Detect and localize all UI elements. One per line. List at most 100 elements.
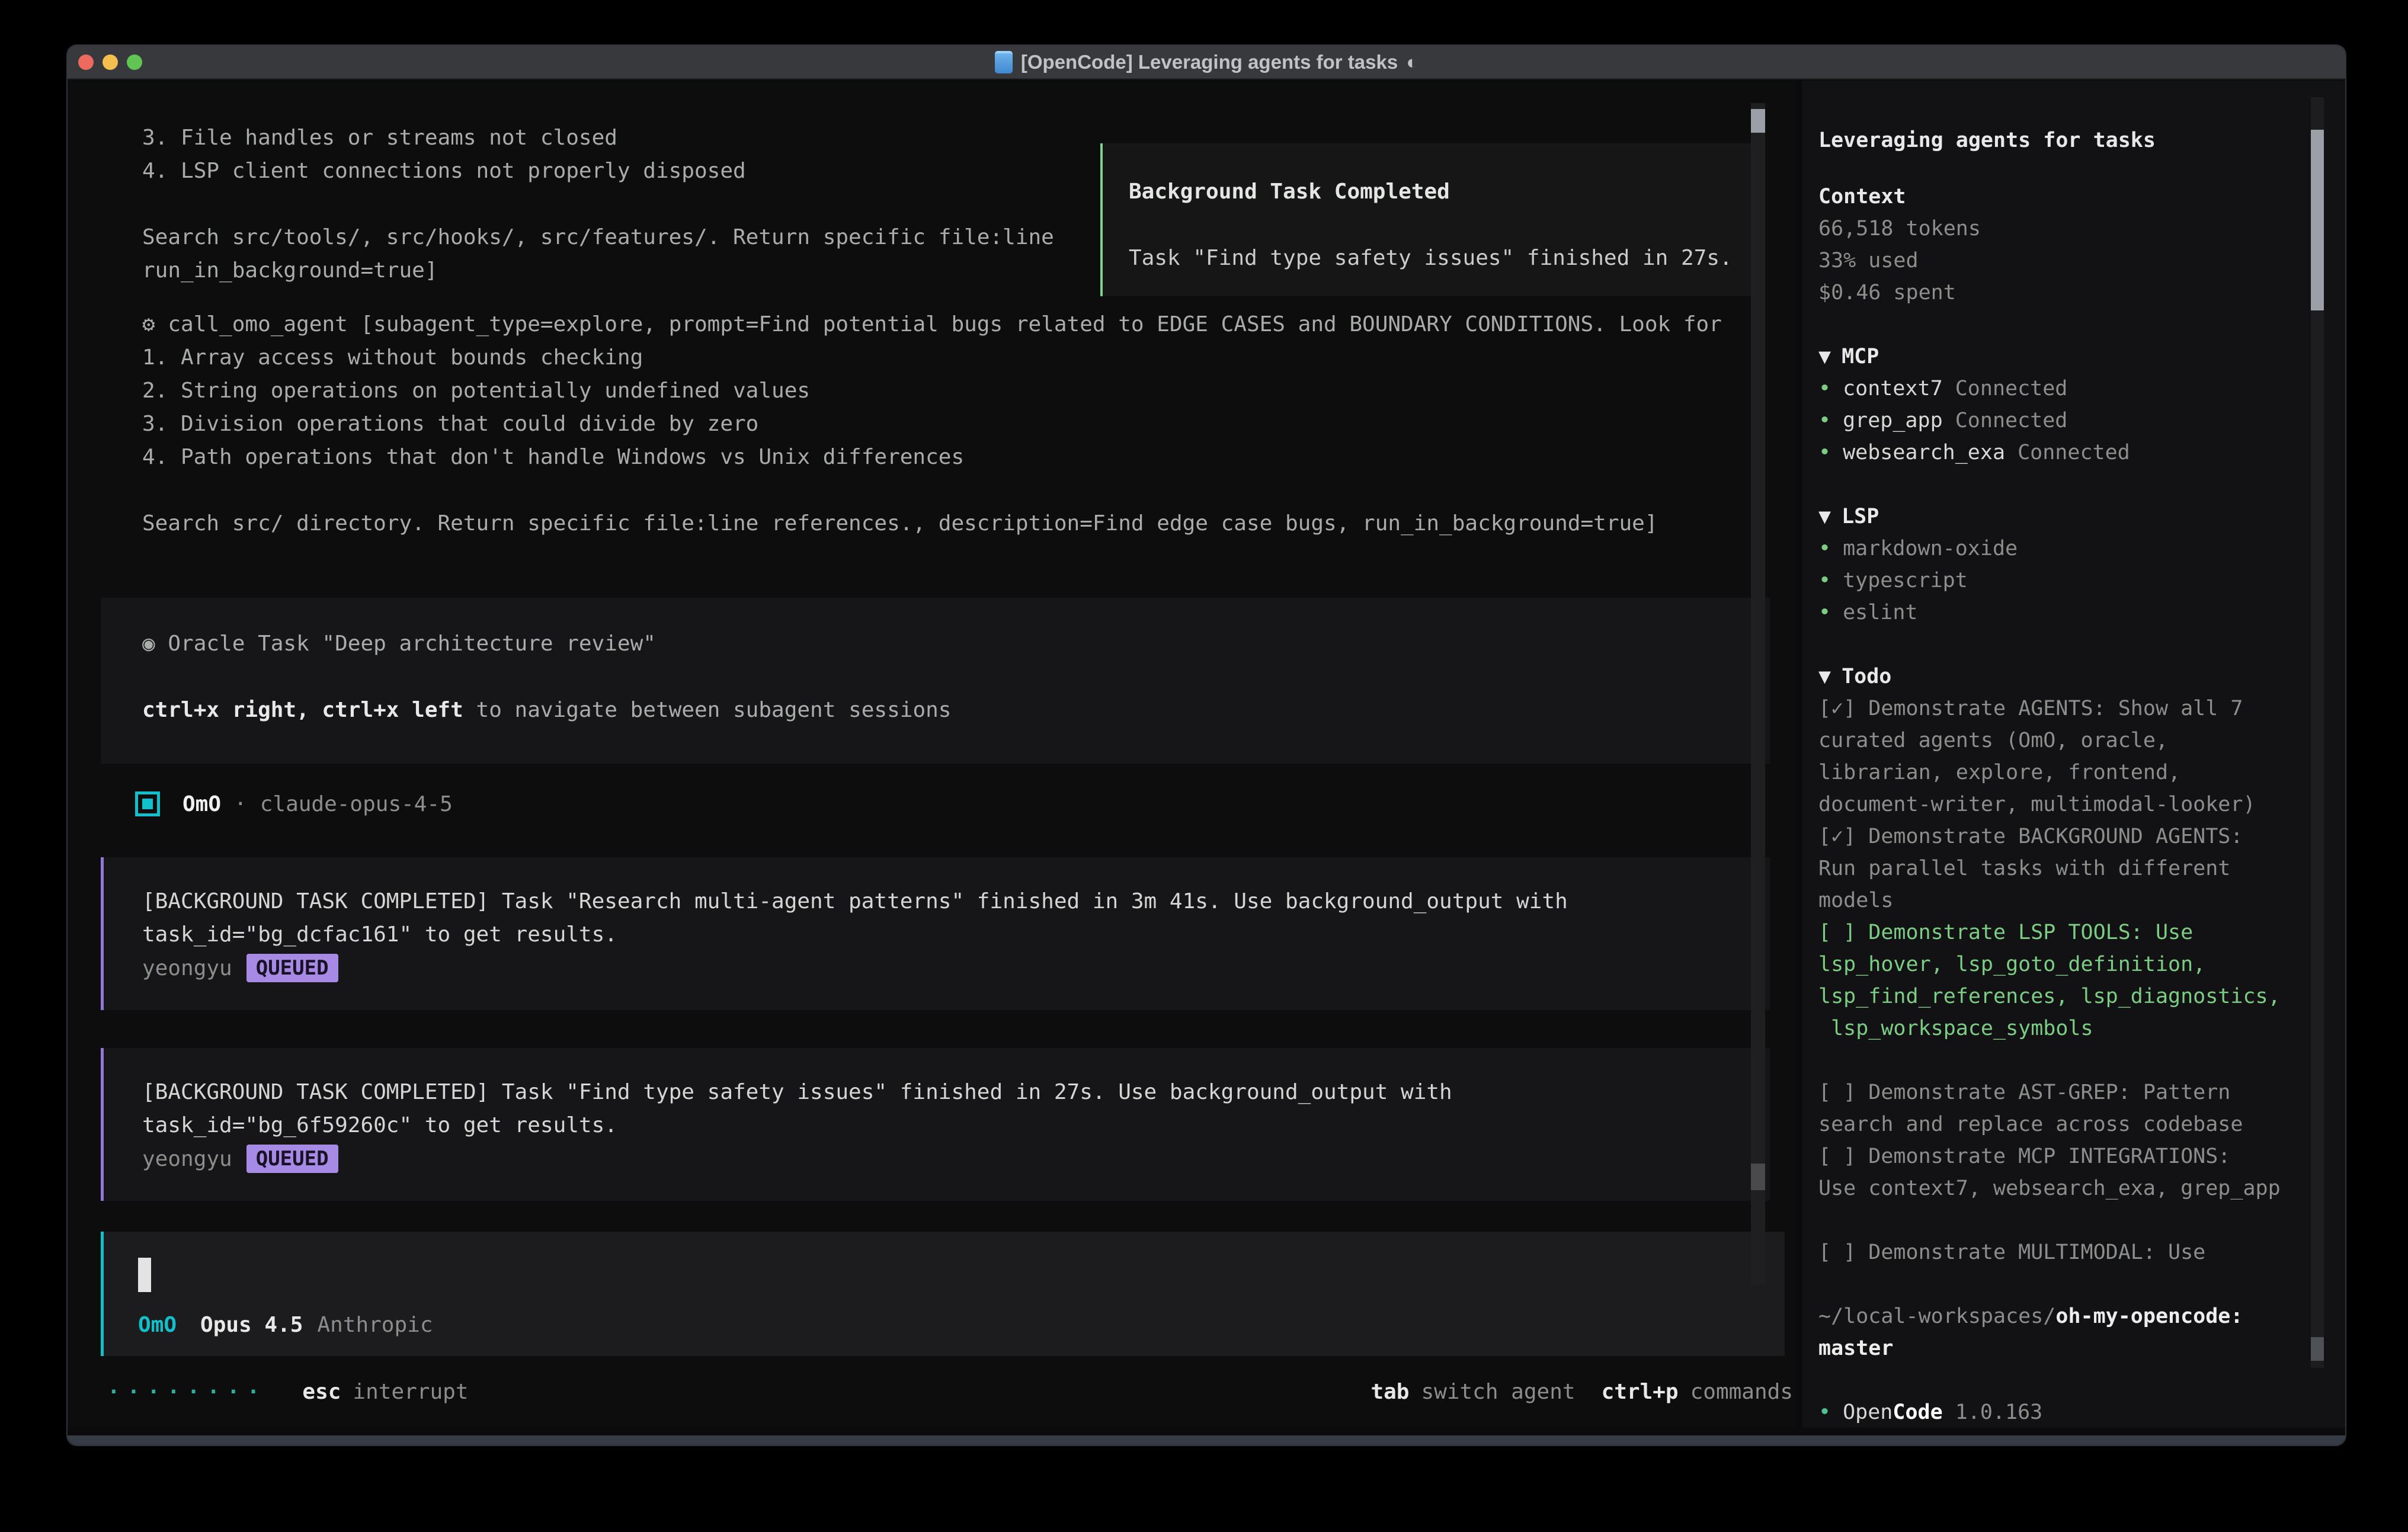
user-name: yeongyu [142, 1147, 232, 1171]
gear-icon: ⚙ [142, 312, 168, 336]
card-line: task_id="bg_dcfac161" to get results. [142, 918, 1770, 951]
context-used: 33% used [1818, 245, 2298, 277]
oracle-task-box: ◉ Oracle Task "Deep architecture review"… [101, 598, 1770, 764]
card-line: task_id="bg_6f59260c" to get results. [142, 1109, 1770, 1142]
active-model-label: Opus 4.5 [200, 1313, 303, 1337]
collapse-triangle-icon: ▼ [1818, 665, 1831, 688]
tool-call-block: ⚙ call_omo_agent [subagent_type=explore,… [142, 308, 1722, 540]
window-title-wrap: [OpenCode] Leveraging agents for tasks ◐ [68, 51, 2345, 73]
window-title: [OpenCode] Leveraging agents for tasks [1021, 51, 1398, 73]
mcp-item: •grep_app Connected [1818, 405, 2298, 437]
terminal-line: Search src/ directory. Return specific f… [142, 507, 1722, 540]
app-window: [OpenCode] Leveraging agents for tasks ◐… [66, 44, 2346, 1446]
terminal-output-intro: 3. File handles or streams not closed 4.… [142, 121, 1054, 287]
keybinding-hint: ctrl+x right, ctrl+x left [142, 698, 463, 722]
bullet-icon: • [1818, 441, 1831, 464]
workspace-path: ~/local-workspaces/oh-my-opencode: [1818, 1300, 2298, 1332]
background-task-card: [BACKGROUND TASK COMPLETED] Task "Resear… [101, 857, 1770, 1010]
spinner-dots-icon: ········ [107, 1380, 267, 1404]
agent-model: claude-opus-4-5 [260, 792, 453, 816]
status-left: ········ esc interrupt [68, 1380, 469, 1404]
card-meta: yeongyu QUEUED [142, 951, 1770, 985]
status-right: tab switch agent ctrl+p commands [1370, 1380, 1793, 1404]
terminal-line: 4. LSP client connections not properly d… [142, 155, 1054, 188]
mcp-item: •websearch_exa Connected [1818, 437, 2298, 469]
terminal-line [142, 474, 1722, 507]
ctrlp-key-hint: ctrl+p [1602, 1380, 1679, 1404]
card-line: [BACKGROUND TASK COMPLETED] Task "Find t… [142, 1076, 1770, 1109]
prompt-input[interactable]: OmO Opus 4.5 Anthropic [101, 1232, 1785, 1356]
terminal-line: 4. Path operations that don't handle Win… [142, 441, 1722, 474]
tool-call-header: ⚙ call_omo_agent [subagent_type=explore,… [142, 308, 1722, 341]
todo-item-active: [ ] Demonstrate LSP TOOLS: Use lsp_hover… [1818, 916, 2298, 1044]
interrupt-action-label: interrupt [353, 1380, 468, 1404]
status-badge: QUEUED [246, 954, 338, 982]
tab-key-hint: tab [1370, 1380, 1409, 1404]
terminal-line: Search src/tools/, src/hooks/, src/featu… [142, 221, 1054, 254]
agent-checkbox-icon [135, 791, 160, 816]
workspace-branch: master [1818, 1332, 2298, 1364]
context-spent: $0.46 spent [1818, 277, 2298, 309]
provider-label: Anthropic [317, 1313, 433, 1337]
mcp-item: •context7 Connected [1818, 373, 2298, 405]
toast-body: Task "Find type safety issues" finished … [1129, 242, 1757, 275]
todo-item-done: [✓] Demonstrate BACKGROUND AGENTS: Run p… [1818, 821, 2298, 916]
todo-item-pending: [ ] Demonstrate MULTIMODAL: Use [1818, 1236, 2298, 1268]
active-agent-label: OmO [138, 1313, 177, 1337]
bullet-icon: • [1818, 569, 1831, 592]
todo-item-done: [✓] Demonstrate AGENTS: Show all 7 curat… [1818, 693, 2298, 821]
terminal-line: 1. Array access without bounds checking [142, 341, 1722, 374]
agent-name: OmO [182, 792, 221, 816]
sidebar-scrollbar[interactable] [2311, 97, 2324, 1368]
card-line: [BACKGROUND TASK COMPLETED] Task "Resear… [142, 885, 1770, 918]
lsp-item: •markdown-oxide [1818, 533, 2298, 565]
collapse-triangle-icon: ▼ [1818, 345, 1831, 368]
lsp-item: •eslint [1818, 597, 2298, 629]
bullet-icon: • [1818, 377, 1831, 400]
switch-agent-label: switch agent [1421, 1380, 1575, 1404]
background-task-toast[interactable]: Background Task Completed Task "Find typ… [1100, 143, 1759, 296]
oracle-task-title: ◉ Oracle Task "Deep architecture review" [142, 627, 1770, 661]
sidebar: Leveraging agents for tasks Context 66,5… [1802, 81, 2345, 1427]
mcp-section-header[interactable]: ▼MCP [1818, 341, 2298, 373]
collapse-triangle-icon: ▼ [1818, 505, 1831, 528]
status-bar: ········ esc interrupt tab switch agent … [68, 1375, 1793, 1408]
scrollbar-thumb[interactable] [1751, 109, 1765, 133]
titlebar: [OpenCode] Leveraging agents for tasks ◐ [68, 46, 2345, 79]
separator-dot: · [234, 792, 247, 816]
todo-item-pending: [ ] Demonstrate MCP INTEGRATIONS: Use co… [1818, 1140, 2298, 1204]
scrollbar-thumb[interactable] [2311, 130, 2324, 310]
bullet-icon: • [1818, 537, 1831, 560]
bullet-icon: • [1818, 601, 1831, 624]
document-icon [995, 51, 1013, 73]
terminal-line: 3. File handles or streams not closed [142, 121, 1054, 155]
terminal-line [142, 188, 1054, 221]
oracle-hint: ctrl+x right, ctrl+x left to navigate be… [142, 694, 1770, 727]
model-row: OmO Opus 4.5 Anthropic [138, 1308, 433, 1341]
esc-key-hint: esc [302, 1380, 341, 1404]
agent-session-row[interactable]: OmO · claude-opus-4-5 [135, 787, 453, 821]
background-task-card: [BACKGROUND TASK COMPLETED] Task "Find t… [101, 1048, 1770, 1201]
bullet-icon: • [1818, 1400, 1831, 1424]
todo-item-pending: [ ] Demonstrate AST-GREP: Pattern search… [1818, 1076, 2298, 1140]
context-header: Context [1818, 181, 2298, 213]
card-meta: yeongyu QUEUED [142, 1142, 1770, 1175]
context-tokens: 66,518 tokens [1818, 213, 2298, 245]
terminal-line: 2. String operations on potentially unde… [142, 374, 1722, 408]
terminal-line: 3. Division operations that could divide… [142, 408, 1722, 441]
user-name: yeongyu [142, 956, 232, 980]
terminal-main-panel: 3. File handles or streams not closed 4.… [68, 81, 1797, 1427]
scrollbar-thumb[interactable] [1751, 1164, 1765, 1190]
toast-title: Background Task Completed [1129, 175, 1757, 209]
session-title: Leveraging agents for tasks [1818, 124, 2298, 156]
terminal-line: run_in_background=true] [142, 254, 1054, 287]
scrollbar-thumb[interactable] [2311, 1337, 2324, 1361]
bullet-icon: • [1818, 409, 1831, 432]
main-scrollbar[interactable] [1751, 103, 1765, 1285]
lsp-section-header[interactable]: ▼LSP [1818, 501, 2298, 533]
commands-label: commands [1690, 1380, 1793, 1404]
spinner-moon-icon: ◐ [1406, 51, 1418, 73]
toast-spacer [1129, 209, 1757, 242]
text-cursor [138, 1258, 151, 1292]
todo-section-header[interactable]: ▼Todo [1818, 661, 2298, 693]
